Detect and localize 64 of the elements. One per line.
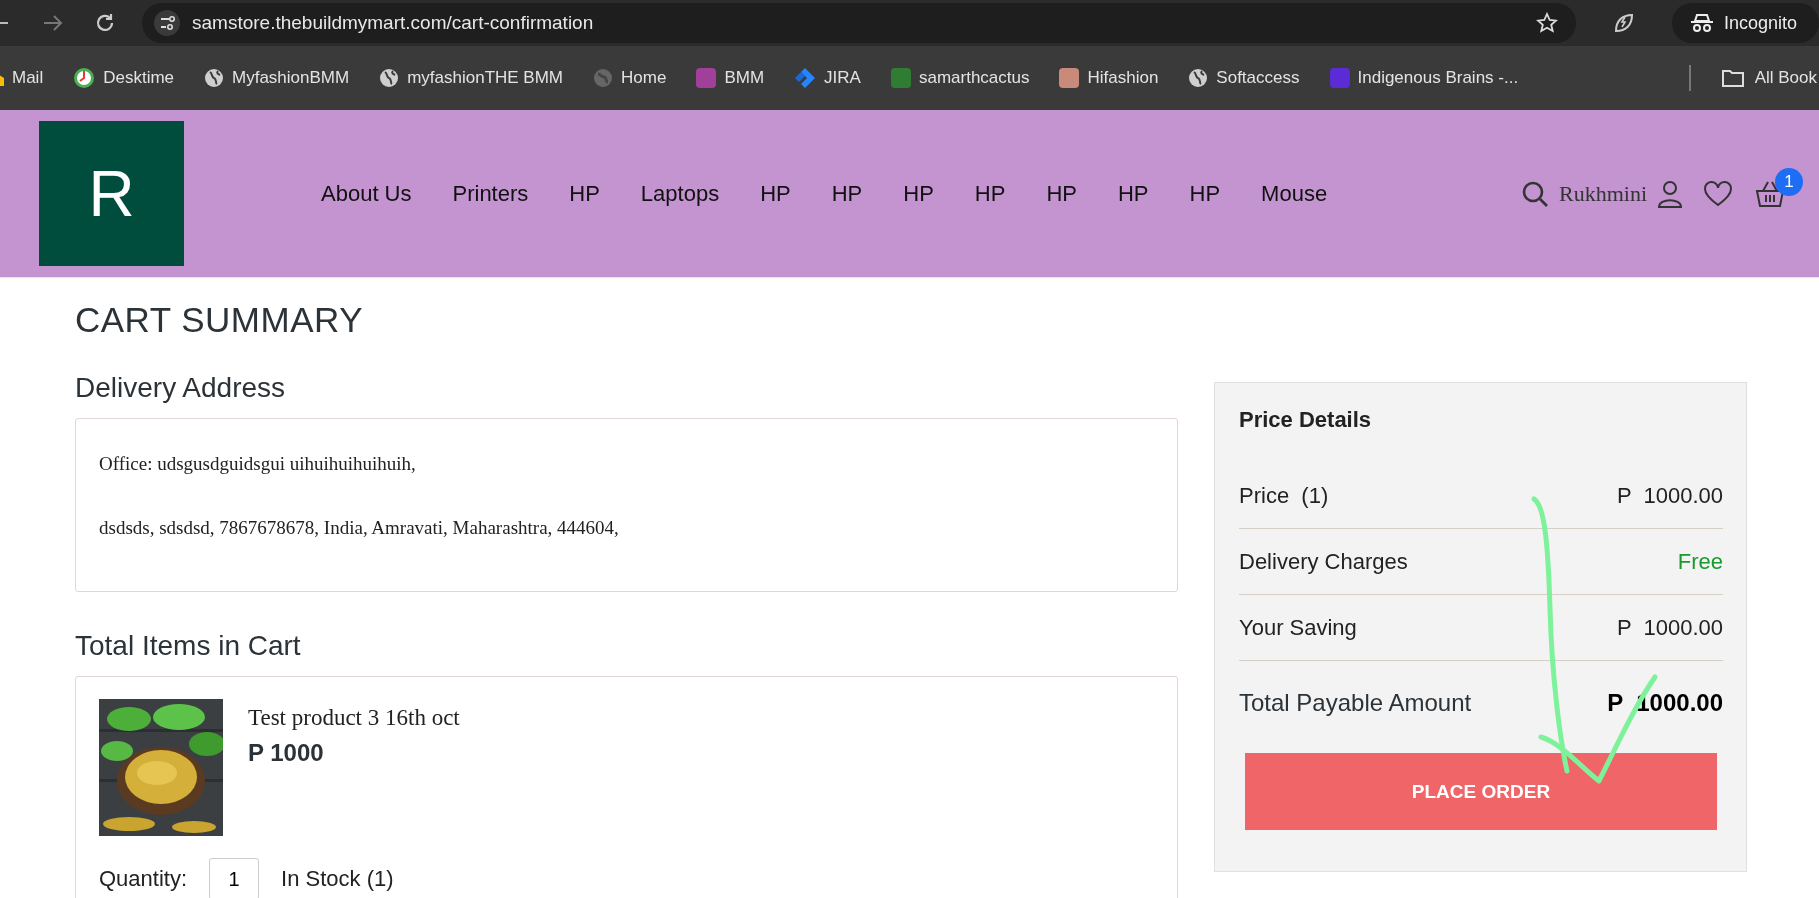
price-value: P 1000.00 <box>1616 482 1723 509</box>
heart-icon[interactable] <box>1703 179 1733 208</box>
forward-icon[interactable] <box>42 13 64 33</box>
cart-count-badge: 1 <box>1775 167 1803 196</box>
globe-icon <box>379 68 400 88</box>
logo[interactable]: R <box>39 121 184 266</box>
star-icon[interactable] <box>1535 12 1558 34</box>
section-heading: Delivery Address <box>75 372 287 404</box>
jira-icon <box>794 67 817 89</box>
product-name[interactable]: Test product 3 16th oct <box>248 705 460 731</box>
price-value: Free <box>1677 548 1723 575</box>
price-value: P 1000.00 <box>1607 689 1723 717</box>
stock-status: In Stock (1) <box>281 866 394 892</box>
nav-link[interactable]: HP <box>903 180 934 207</box>
price-label: Delivery Charges <box>1239 548 1408 575</box>
nav-link[interactable]: HP <box>974 180 1006 207</box>
nav-link[interactable]: HP <box>760 180 791 207</box>
nav-link[interactable]: Laptops <box>640 180 720 207</box>
clock-icon <box>73 67 96 89</box>
nav-link[interactable]: HP <box>831 180 863 207</box>
search-icon[interactable] <box>1521 179 1549 208</box>
bookmark[interactable]: Home <box>593 68 667 88</box>
basket-icon[interactable] <box>1755 179 1785 208</box>
bookmark[interactable]: BMM <box>696 68 765 88</box>
bookmark[interactable]: Softaccess <box>1188 68 1300 88</box>
bookmark[interactable]: myfashionTHE BMM <box>379 68 564 88</box>
globe-icon <box>593 68 614 88</box>
bookmark[interactable]: JIRA <box>794 67 861 89</box>
folder-icon <box>1720 68 1745 88</box>
nav-link[interactable]: HP <box>1046 180 1077 207</box>
product-price: P 1000 <box>248 739 325 767</box>
address-bar[interactable]: samstore.thebuildmymart.com/cart-confirmation <box>142 3 1576 43</box>
bookmark[interactable]: Mail <box>0 68 44 88</box>
bookmark[interactable]: samarthcactus <box>890 68 1030 88</box>
site-settings-icon[interactable] <box>154 10 180 36</box>
price-label: Total Payable Amount <box>1239 689 1472 717</box>
nav-link[interactable]: HP <box>569 180 600 207</box>
nav-link[interactable]: Mouse <box>1261 180 1328 207</box>
globe-icon <box>204 68 225 88</box>
bookmark[interactable]: MyfashionBMM <box>204 68 350 88</box>
user-name[interactable]: Rukhmini <box>1559 180 1647 207</box>
nav-link[interactable]: HP <box>1189 180 1221 207</box>
nav-link[interactable]: Printers <box>452 180 529 207</box>
panel-title: Price Details <box>1239 407 1373 433</box>
section-heading: Total Items in Cart <box>75 630 302 662</box>
incognito-button[interactable]: Incognito <box>1671 3 1819 43</box>
user-icon[interactable] <box>1657 178 1683 209</box>
bookmark[interactable]: Hifashion <box>1059 68 1159 88</box>
all-bookmarks[interactable]: All Book <box>1720 68 1817 88</box>
address-line: dsdsds, sdsdsd, 7867678678, India, Amravati, Maharashtra, 444604, <box>99 517 620 539</box>
incognito-icon <box>1689 13 1714 33</box>
nav-link[interactable]: About Us <box>321 180 412 207</box>
price-label: Your Saving <box>1239 614 1357 641</box>
reload-icon[interactable] <box>94 12 116 34</box>
quantity-field[interactable]: 1 <box>209 858 260 898</box>
quantity-label: Quantity: <box>99 866 188 892</box>
bookmark[interactable]: Indigenous Brains -... <box>1329 68 1519 88</box>
page-title: CART SUMMARY <box>75 300 364 340</box>
nav-link[interactable]: HP <box>1117 180 1149 207</box>
price-label: Price (1) <box>1239 482 1329 509</box>
bookmark[interactable]: Desktime <box>73 67 175 89</box>
globe-icon <box>1188 68 1209 88</box>
price-value: P 1000.00 <box>1616 614 1723 641</box>
address-line: Office: udsgusdguidsgui uihuihuihuihuih, <box>99 453 417 475</box>
